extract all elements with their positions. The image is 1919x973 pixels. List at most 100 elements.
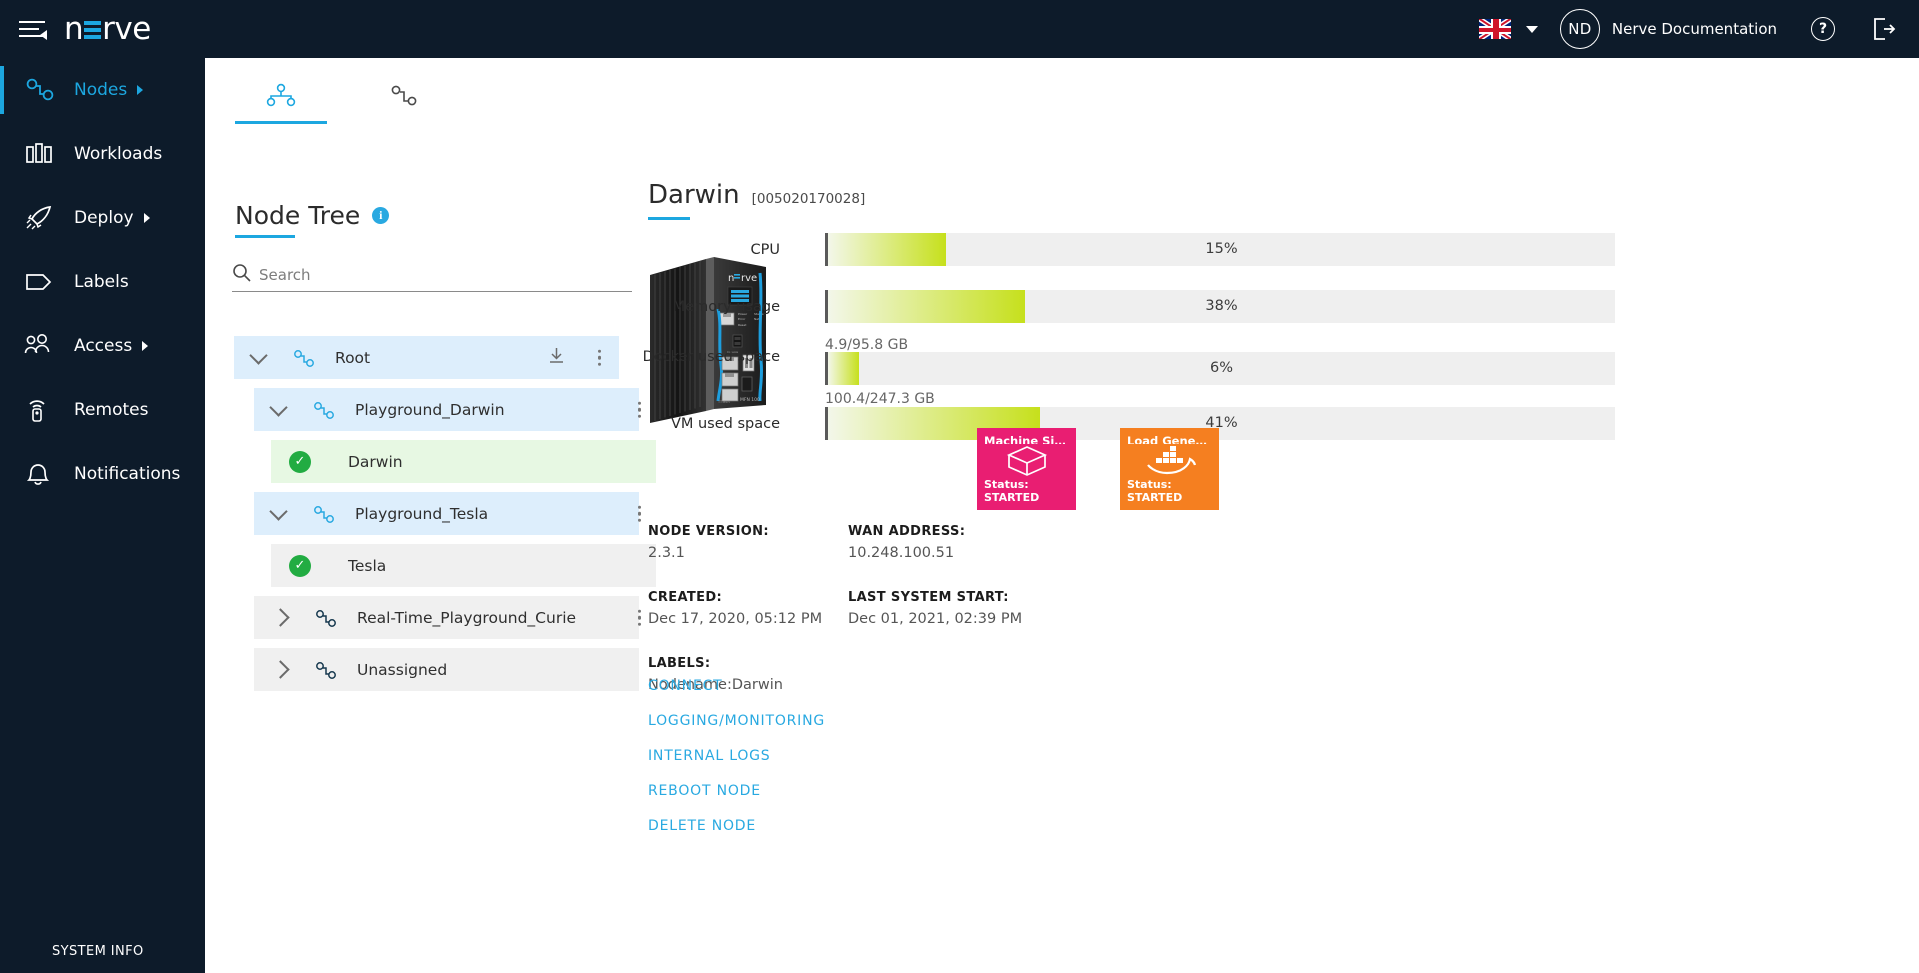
help-circle-icon[interactable]: ? (1811, 17, 1835, 41)
chevron-down-icon[interactable] (269, 397, 288, 417)
metric-percent: 15% (1205, 241, 1238, 257)
action-connect[interactable]: CONNECT (648, 678, 825, 694)
search-input[interactable] (259, 266, 632, 284)
tree-row-label: Tesla (348, 556, 387, 575)
node-name-text: Darwin (648, 180, 740, 210)
info-key: LAST SYSTEM START: (848, 590, 1009, 605)
chevron-right-icon[interactable] (271, 608, 290, 627)
node-actions: CONNECT LOGGING/MONITORING INTERNAL LOGS… (648, 678, 825, 853)
workload-tile-machine-simulation[interactable]: Machine Simu... Status: STARTED (977, 428, 1076, 510)
info-value: 10.248.100.51 (848, 545, 955, 561)
metric-percent: 38% (1205, 298, 1238, 314)
tree-row[interactable]: ✓ Tesla (271, 544, 656, 587)
tree-row-label: Darwin (348, 452, 403, 471)
page-title: Node Tree i (235, 201, 390, 238)
metric-percent: 6% (1209, 360, 1233, 376)
action-reboot-node[interactable]: REBOOT NODE (648, 783, 825, 799)
logout-icon[interactable] (1871, 16, 1897, 42)
language-flag-icon[interactable] (1477, 18, 1512, 40)
metric-row-vm: 100.4/247.3 GB VM used space 41% (580, 391, 1620, 461)
info-key: CREATED: (648, 590, 723, 605)
folder-node-icon (313, 607, 337, 629)
rocket-icon (22, 203, 56, 233)
node-metrics: CPU 15% Memory usage 38% 4.9/95.8 GB Doc… (580, 233, 1620, 461)
node-detail-title: Darwin [005020170028] (648, 180, 866, 220)
metric-bar: 6% (825, 352, 1615, 385)
action-logging-monitoring[interactable]: LOGGING/MONITORING (648, 713, 825, 729)
row-menu-button[interactable] (634, 605, 646, 630)
metric-subvalue: 100.4/247.3 GB (825, 391, 935, 407)
node-serial: [005020170028] (751, 191, 866, 207)
tree-row[interactable]: Real-Time_Playground_Curie (254, 596, 641, 639)
folder-node-icon (311, 503, 335, 525)
workload-status-value: STARTED (1127, 491, 1183, 504)
metric-subvalue: 4.9/95.8 GB (825, 337, 909, 353)
sidebar-item-label: Labels (74, 272, 129, 292)
chevron-right-icon (142, 341, 149, 351)
sidebar-item-workloads[interactable]: Workloads (0, 122, 205, 186)
chevron-right-icon[interactable] (271, 660, 290, 679)
workload-status: Status: STARTED (984, 478, 1069, 510)
tag-icon (22, 267, 56, 297)
info-icon[interactable]: i (372, 207, 390, 224)
top-bar: n rve ND Nerve Documentation ? (0, 0, 1919, 58)
chevron-right-icon (137, 85, 144, 95)
row-menu-button[interactable] (634, 501, 646, 526)
menu-toggle-icon[interactable] (16, 16, 50, 42)
bell-icon (22, 459, 56, 489)
brand-equals-icon (84, 19, 102, 39)
avatar[interactable]: ND (1559, 9, 1600, 49)
metric-bar: 41% (825, 407, 1615, 440)
sidebar-item-access[interactable]: Access (0, 314, 205, 378)
metric-label: CPU (750, 242, 780, 258)
chevron-down-icon[interactable] (269, 501, 288, 521)
sidebar-item-notifications[interactable]: Notifications (0, 442, 205, 506)
view-tabs (235, 72, 449, 124)
tree-row[interactable]: Unassigned (254, 648, 639, 691)
workload-status: Status: STARTED (1127, 478, 1212, 510)
metric-bar: 38% (825, 290, 1615, 323)
username-label: Nerve Documentation (1611, 20, 1777, 38)
metric-label: Docker used space (580, 348, 780, 367)
metric-row-memory: Memory usage 38% (580, 290, 1620, 347)
chevron-down-icon[interactable] (249, 345, 268, 365)
tree-row[interactable]: Playground_Tesla (254, 492, 641, 535)
tree-row-label: Real-Time_Playground_Curie (357, 608, 577, 627)
action-delete-node[interactable]: DELETE NODE (648, 818, 825, 834)
metric-row-docker: 4.9/95.8 GB Docker used space 6% (580, 337, 1620, 404)
sidebar-item-label: Workloads (74, 144, 163, 164)
tree-row[interactable]: Root (234, 336, 619, 379)
sidebar-item-deploy[interactable]: Deploy (0, 186, 205, 250)
language-chevron-down-icon[interactable] (1525, 25, 1538, 33)
sidebar-item-remotes[interactable]: Remotes (0, 378, 205, 442)
node-list-icon (386, 81, 420, 115)
brand-text-pre: n (64, 10, 84, 47)
sidebar-item-label: Deploy (74, 208, 134, 228)
tree-row-label: Playground_Darwin (355, 400, 505, 419)
node-tree-icon (264, 81, 298, 115)
sidebar-item-labels[interactable]: Labels (0, 250, 205, 314)
main-content: Node Tree i Root (205, 58, 1919, 973)
workload-tile-load-generator[interactable]: Load Generat... Status: STARTED (1120, 428, 1219, 510)
system-info-link[interactable]: SYSTEM INFO (52, 944, 144, 959)
metric-percent: 41% (1205, 415, 1238, 431)
action-internal-logs[interactable]: INTERNAL LOGS (648, 748, 825, 764)
info-key: LABELS: (648, 656, 711, 671)
sidebar-item-nodes[interactable]: Nodes (0, 58, 205, 122)
chevron-right-icon (143, 213, 150, 223)
tab-node-tree[interactable] (235, 72, 327, 124)
page-title-text: Node Tree (235, 201, 361, 230)
folder-node-icon (313, 659, 337, 681)
search-box[interactable] (232, 264, 632, 292)
status-online-icon: ✓ (289, 450, 311, 473)
info-created: CREATED: Dec 17, 2020, 05:12 PM (648, 590, 822, 627)
status-online-icon: ✓ (289, 554, 311, 577)
download-icon[interactable] (548, 347, 565, 369)
workload-status-label: Status: (984, 478, 1029, 491)
folder-node-icon (311, 399, 335, 421)
tab-node-list[interactable] (357, 72, 449, 124)
metric-label: VM used space (670, 416, 780, 432)
sidebar-item-label: Remotes (74, 400, 149, 420)
metric-bar: 15% (825, 233, 1615, 266)
info-key: WAN ADDRESS: (848, 524, 966, 539)
